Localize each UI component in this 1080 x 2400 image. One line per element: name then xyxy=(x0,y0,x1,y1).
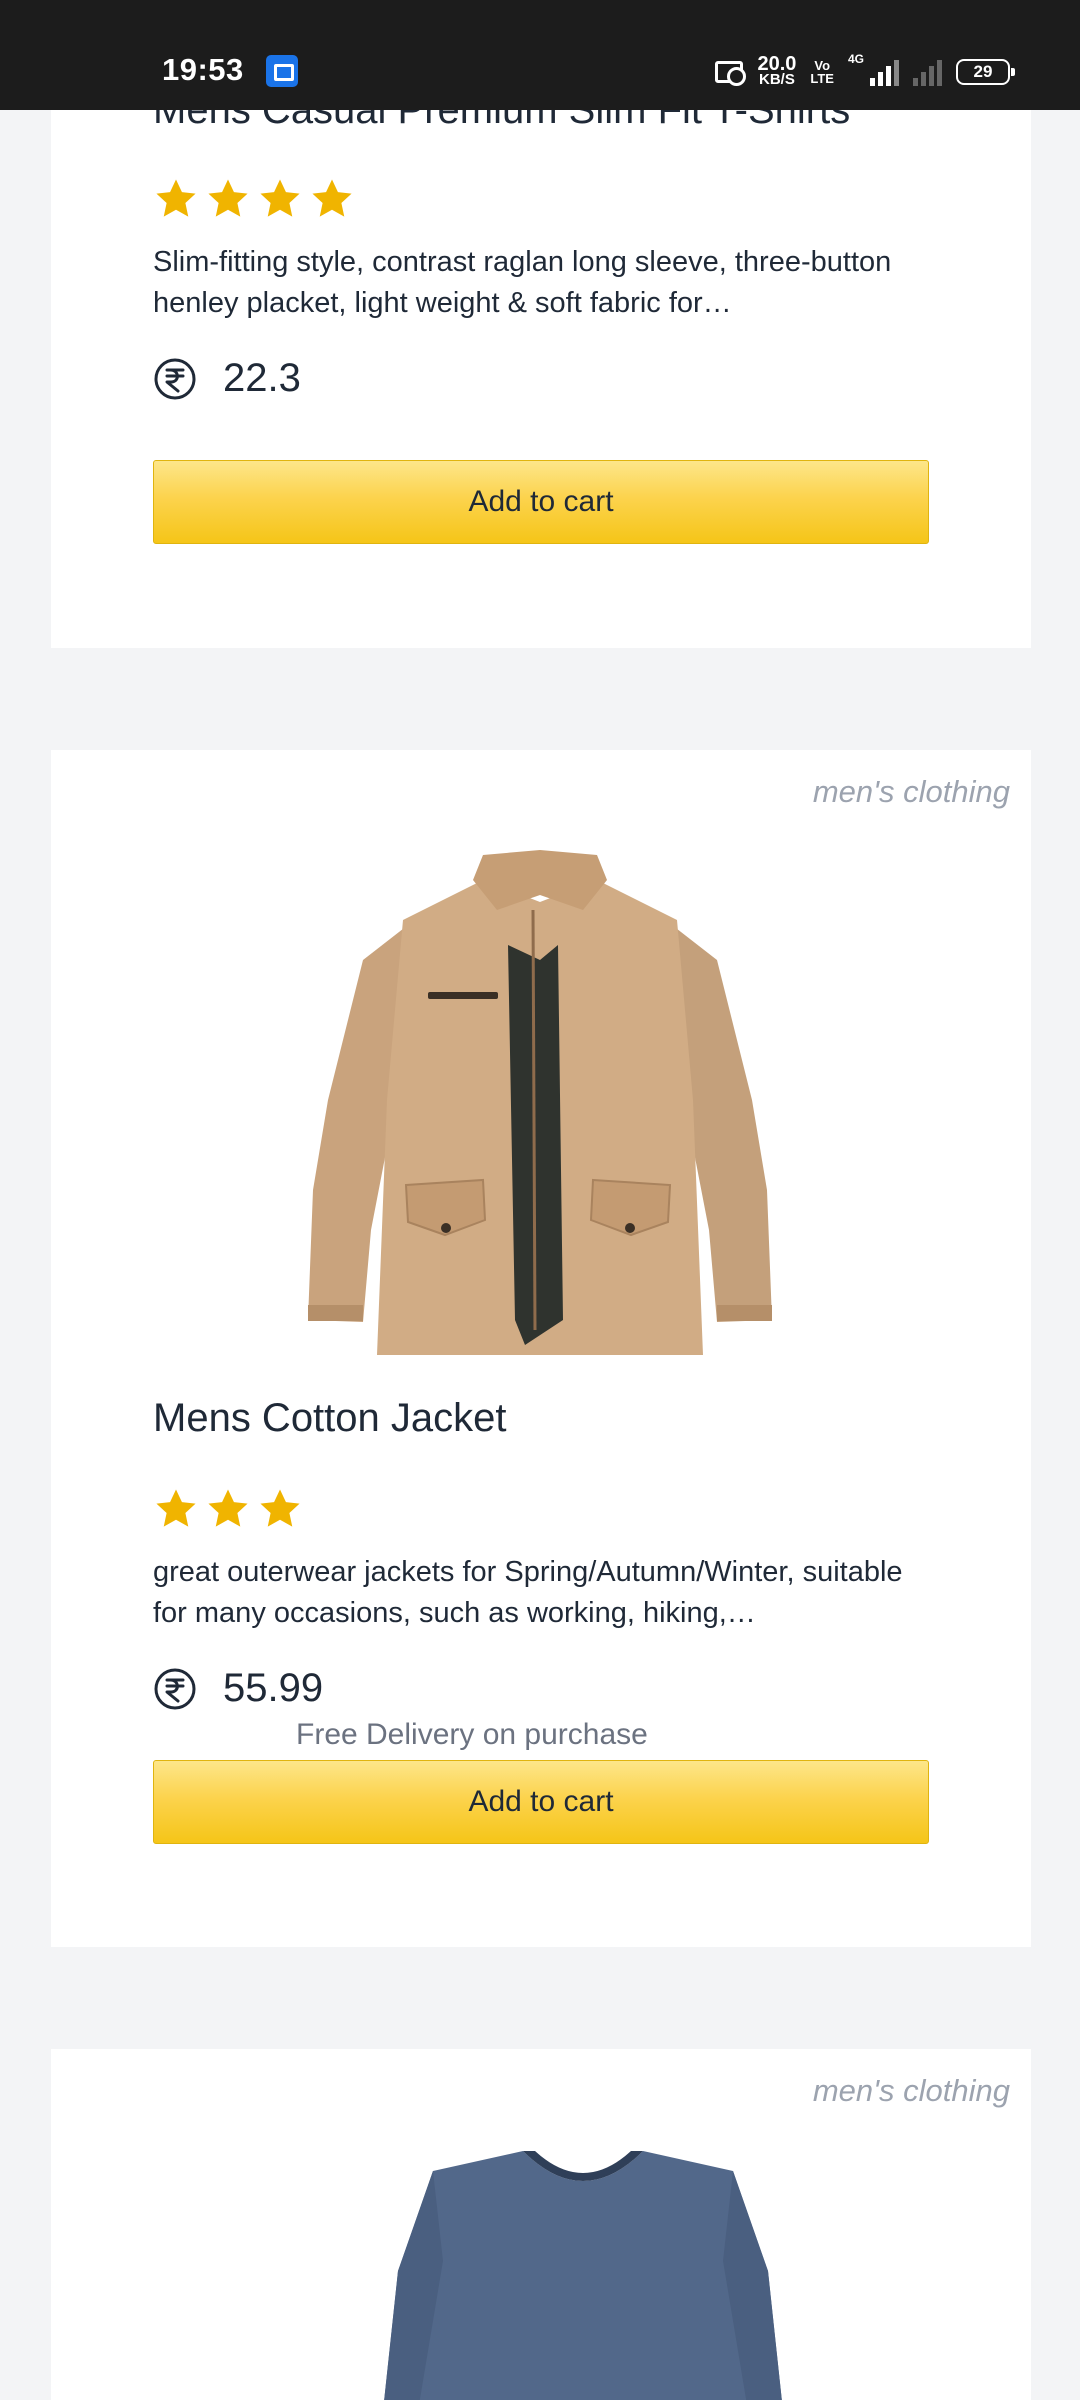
rating-stars xyxy=(153,176,355,222)
product-card[interactable]: Mens Casual Premium Slim Fit T-Shirts Sl… xyxy=(51,40,1031,648)
status-icons: 20.0 KB/S Vo LTE 4G 29 xyxy=(715,52,1015,92)
product-price: 55.99 xyxy=(223,1666,324,1710)
product-image xyxy=(308,850,772,1355)
price-row: 22.3 xyxy=(153,356,301,401)
product-category: men's clothing xyxy=(812,774,1010,809)
rating-stars xyxy=(153,1486,303,1532)
product-image xyxy=(384,2151,782,2400)
delivery-note: Free Delivery on purchase xyxy=(296,1718,648,1751)
product-card[interactable]: men's clothing xyxy=(51,2049,1031,2400)
network-speed: 20.0 KB/S xyxy=(757,53,797,88)
app-notification-icon xyxy=(266,55,298,87)
product-description: Slim-fitting style, contrast raglan long… xyxy=(153,246,892,319)
star-icon xyxy=(260,179,300,217)
star-icon xyxy=(208,179,248,217)
screen-record-icon xyxy=(715,61,747,86)
product-card[interactable]: men's clothing Mens Cotton Jacket great … xyxy=(51,750,1031,1947)
status-time: 19:53 xyxy=(162,52,244,87)
product-category: men's clothing xyxy=(812,2073,1010,2108)
star-icon xyxy=(156,179,196,217)
add-to-cart-button[interactable]: Add to cart xyxy=(153,460,929,544)
rupee-icon xyxy=(154,1668,196,1709)
add-to-cart-button[interactable]: Add to cart xyxy=(153,1760,929,1844)
rupee-icon xyxy=(154,358,196,399)
star-icon xyxy=(260,1489,300,1527)
product-price: 22.3 xyxy=(223,356,301,400)
price-row: 55.99 xyxy=(153,1666,323,1711)
signal-strength-sim2-icon xyxy=(913,58,942,86)
product-title: Mens Cotton Jacket xyxy=(153,1396,507,1440)
status-bar: 19:53 20.0 KB/S Vo LTE 4G 29 xyxy=(0,0,1080,110)
signal-strength-icon xyxy=(870,58,899,86)
star-icon xyxy=(208,1489,248,1527)
star-icon xyxy=(156,1489,196,1527)
volte-indicator: Vo LTE xyxy=(810,58,834,86)
battery-icon: 29 xyxy=(956,59,1015,85)
product-description: great outerwear jackets for Spring/Autum… xyxy=(153,1556,903,1629)
network-type: 4G xyxy=(847,52,864,66)
star-icon xyxy=(312,179,352,217)
